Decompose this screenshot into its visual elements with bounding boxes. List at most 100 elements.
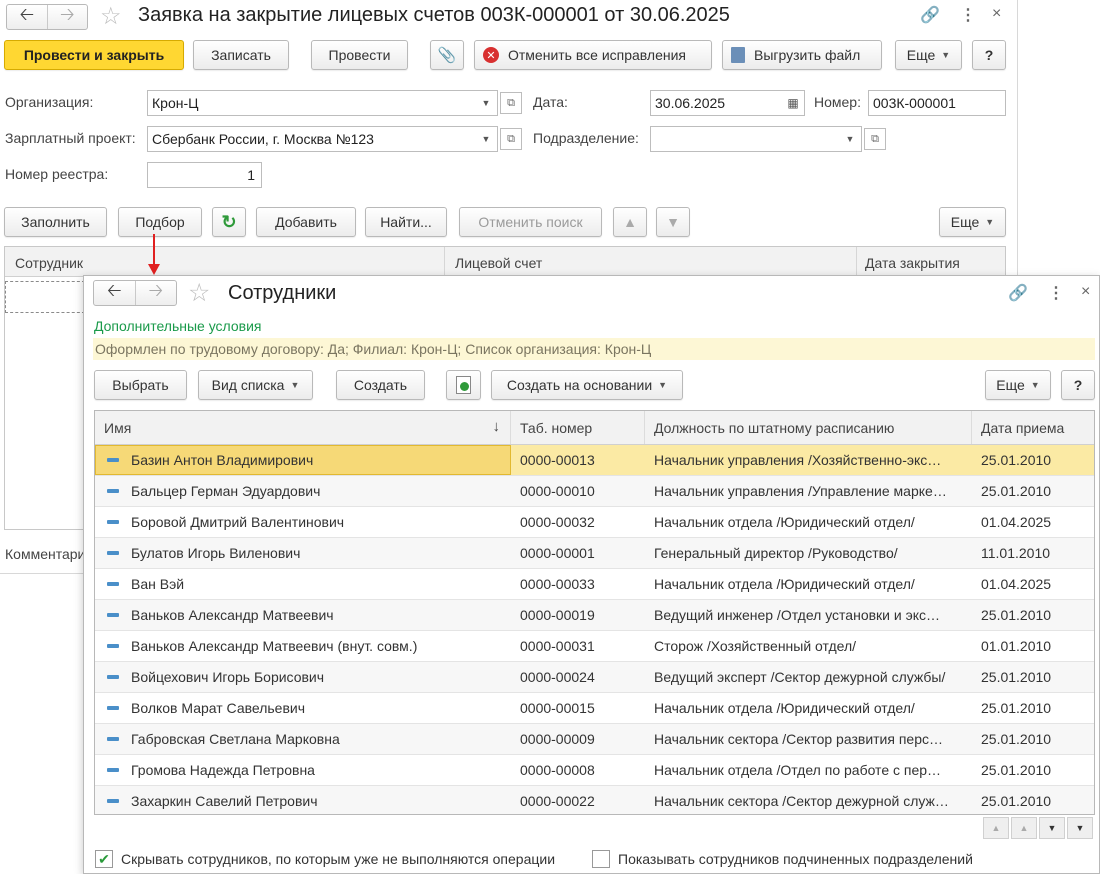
chevron-down-icon: ▼	[985, 217, 995, 227]
link-icon[interactable]: 🔗	[1008, 283, 1028, 303]
cell-name: Булатов Игорь Виленович	[131, 545, 301, 561]
open-organization-button[interactable]: ⧉	[500, 92, 522, 114]
column-hire-date[interactable]: Дата приема	[972, 411, 1094, 444]
table-more-button[interactable]: Еще ▼	[939, 207, 1006, 237]
number-field[interactable]: 003К-000001	[868, 90, 1006, 116]
open-department-button[interactable]: ⧉	[864, 128, 886, 150]
column-account[interactable]: Лицевой счет	[455, 255, 542, 271]
column-position[interactable]: Должность по штатному расписанию	[645, 411, 972, 444]
employee-icon	[107, 613, 119, 617]
create-based-button[interactable]: Создать на основании ▼	[491, 370, 683, 400]
department-field[interactable]: ▼	[650, 126, 862, 152]
table-row[interactable]: Булатов Игорь Виленович 0000-00001 Генерал…	[95, 538, 1094, 569]
scroll-up-button[interactable]: ▲	[1011, 817, 1037, 839]
forward-arrow-icon[interactable]: 🡢	[46, 4, 88, 29]
save-button[interactable]: Записать	[193, 40, 289, 70]
cell-tab: 0000-00015	[520, 700, 595, 716]
table-row[interactable]: Громова Надежда Петровна 0000-00008 Началь…	[95, 755, 1094, 786]
table-row[interactable]: Волков Марат Савельевич 0000-00015 Начальн…	[95, 693, 1094, 724]
table-row[interactable]: Войцехович Игорь Борисович 0000-00024 Веду…	[95, 662, 1094, 693]
more-button[interactable]: Еще ▼	[895, 40, 962, 70]
dialog-more-button[interactable]: Еще ▼	[985, 370, 1051, 400]
chevron-down-icon[interactable]: ▼	[475, 127, 497, 151]
move-up-button[interactable]: ▲	[613, 207, 647, 237]
forward-arrow-icon[interactable]: 🡢	[134, 280, 177, 305]
salary-project-value: Сбербанк России, г. Москва №123	[152, 131, 374, 147]
cell-date: 25.01.2010	[981, 793, 1052, 809]
cancel-search-button[interactable]: Отменить поиск	[459, 207, 602, 237]
fill-button[interactable]: Заполнить	[4, 207, 107, 237]
registry-number-field[interactable]: 1	[147, 162, 262, 188]
salary-project-field[interactable]: Сбербанк России, г. Москва №123 ▼	[147, 126, 498, 152]
create-button[interactable]: Создать	[336, 370, 425, 400]
link-icon[interactable]: 🔗	[920, 5, 940, 25]
chevron-down-icon[interactable]: ▼	[475, 91, 497, 115]
cell-position: Ведущий эксперт /Сектор дежурной службы/	[654, 669, 946, 685]
double-up-icon: ▲	[991, 823, 1001, 833]
organization-field[interactable]: Крон-Ц ▼	[147, 90, 498, 116]
more-vertical-icon[interactable]: ⋮	[960, 5, 976, 25]
dialog-help-button[interactable]: ?	[1061, 370, 1095, 400]
cancel-corrections-button[interactable]: ✕ Отменить все исправления	[474, 40, 712, 70]
date-field[interactable]: 30.06.2025 ▦	[650, 90, 805, 116]
employee-icon	[107, 737, 119, 741]
list-view-label: Вид списка	[211, 377, 285, 393]
scroll-last-button[interactable]: ▼	[1067, 817, 1093, 839]
more-vertical-icon[interactable]: ⋮	[1048, 283, 1064, 303]
scroll-first-button[interactable]: ▲	[983, 817, 1009, 839]
table-row[interactable]: Боровой Дмитрий Валентинович 0000-00032 На…	[95, 507, 1094, 538]
cell-position: Сторож /Хозяйственный отдел/	[654, 638, 857, 654]
cell-name: Ваньков Александр Матвеевич (внут. совм.…	[131, 638, 418, 654]
back-arrow-icon[interactable]: 🡠	[7, 4, 47, 29]
show-subordinate-label[interactable]: Показывать сотрудников подчиненных подра…	[618, 851, 973, 867]
favorite-star-icon[interactable]: ☆	[100, 2, 122, 31]
list-view-button[interactable]: Вид списка ▼	[198, 370, 313, 400]
scroll-down-button[interactable]: ▼	[1039, 817, 1065, 839]
employee-icon	[107, 551, 119, 555]
post-button[interactable]: Провести	[311, 40, 408, 70]
create-copy-button[interactable]	[446, 370, 481, 400]
show-subordinate-checkbox[interactable]	[592, 850, 610, 868]
cell-name: Ваньков Александр Матвеевич	[131, 607, 334, 623]
column-close-date[interactable]: Дата закрытия	[865, 255, 960, 271]
cell-tab: 0000-00010	[520, 483, 595, 499]
column-tab-number[interactable]: Таб. номер	[511, 411, 645, 444]
add-button[interactable]: Добавить	[256, 207, 356, 237]
cell-name: Базин Антон Владимирович	[131, 452, 314, 468]
select-button[interactable]: Выбрать	[94, 370, 187, 400]
table-row[interactable]: Захаркин Савелий Петрович 0000-00022 Начал…	[95, 786, 1094, 814]
current-cell[interactable]	[5, 281, 85, 313]
table-row[interactable]: Ваньков Александр Матвеевич 0000-00019 Вед…	[95, 600, 1094, 631]
favorite-star-icon[interactable]: ☆	[188, 278, 210, 308]
close-icon[interactable]: ×	[1081, 283, 1090, 301]
table-row[interactable]: Ваньков Александр Матвеевич (внут. совм.…	[95, 631, 1094, 662]
column-name[interactable]: Имя ↓	[95, 411, 511, 444]
department-label: Подразделение:	[533, 130, 639, 146]
table-row[interactable]: Бальцер Герман Эдуардович 0000-00010 Начал…	[95, 476, 1094, 507]
move-down-button[interactable]: ▼	[656, 207, 690, 237]
calendar-icon[interactable]: ▦	[782, 91, 804, 115]
registry-number-value: 1	[247, 167, 255, 183]
column-employee[interactable]: Сотрудник	[15, 255, 83, 271]
table-row[interactable]: Габровская Светлана Марковна 0000-00009 На…	[95, 724, 1094, 755]
table-row[interactable]: Ван Вэй 0000-00033 Начальник отдела /Юриди…	[95, 569, 1094, 600]
refresh-button[interactable]: ↻	[212, 207, 246, 237]
chevron-down-icon[interactable]: ▼	[839, 127, 861, 151]
open-salary-project-button[interactable]: ⧉	[500, 128, 522, 150]
back-arrow-icon[interactable]: 🡠	[94, 280, 135, 305]
conditions-title[interactable]: Дополнительные условия	[94, 318, 262, 334]
hide-inactive-label[interactable]: Скрывать сотрудников, по которым уже не …	[121, 851, 555, 867]
post-and-close-button[interactable]: Провести и закрыть	[4, 40, 184, 70]
close-icon[interactable]: ×	[992, 5, 1001, 23]
cell-position: Начальник отдела /Юридический отдел/	[654, 700, 915, 716]
cell-tab: 0000-00019	[520, 607, 595, 623]
hide-inactive-checkbox[interactable]: ✔	[95, 850, 113, 868]
table-row[interactable]: Базин Антон Владимирович 0000-00013 Началь…	[95, 445, 1094, 476]
attach-button[interactable]: 📎	[430, 40, 464, 70]
cell-date: 01.01.2010	[981, 638, 1052, 654]
employee-icon	[107, 520, 119, 524]
help-button[interactable]: ?	[972, 40, 1006, 70]
find-button[interactable]: Найти...	[365, 207, 447, 237]
export-file-button[interactable]: Выгрузить файл	[722, 40, 882, 70]
cell-tab: 0000-00009	[520, 731, 595, 747]
